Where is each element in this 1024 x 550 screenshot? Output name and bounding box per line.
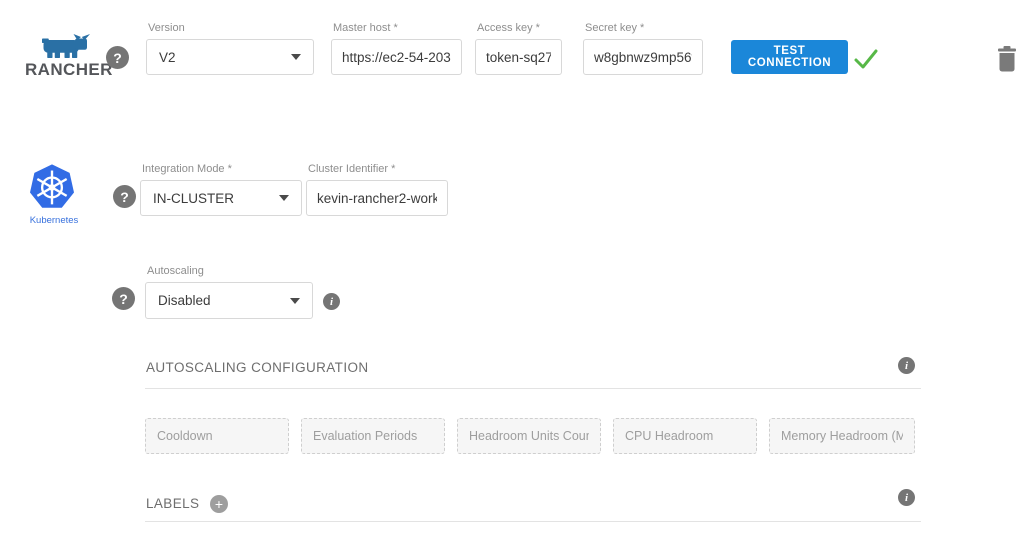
chevron-down-icon	[290, 298, 300, 304]
cluster-identifier-field-group: Cluster Identifier *	[306, 180, 448, 216]
kubernetes-logo: Kubernetes	[28, 163, 80, 225]
cpu-headroom-field	[613, 418, 757, 454]
cooldown-field	[145, 418, 289, 454]
test-connection-button[interactable]: TEST CONNECTION	[731, 40, 848, 74]
memory-headroom-field	[769, 418, 915, 454]
master-host-label: Master host *	[333, 22, 398, 34]
info-icon[interactable]: i	[898, 357, 915, 374]
integration-mode-value: IN-CLUSTER	[153, 191, 234, 206]
question-glyph: ?	[119, 291, 128, 307]
integration-mode-label: Integration Mode *	[142, 163, 232, 175]
add-label-button[interactable]: +	[210, 495, 228, 513]
help-icon[interactable]: ?	[112, 287, 135, 310]
autoscaling-configuration-title: AUTOSCALING CONFIGURATION	[146, 360, 369, 375]
question-glyph: ?	[120, 189, 129, 205]
secret-key-label: Secret key *	[585, 22, 644, 34]
integration-mode-field-group: Integration Mode * IN-CLUSTER	[140, 180, 302, 216]
autoscaling-value: Disabled	[158, 293, 211, 308]
rancher-wordmark: RANCHER	[25, 60, 113, 80]
plus-glyph: +	[215, 496, 223, 512]
autoscaling-select[interactable]: Disabled	[145, 282, 313, 319]
cluster-identifier-label: Cluster Identifier *	[308, 163, 395, 175]
integration-config-page: RANCHER ? Version V2 Master host * Acces…	[0, 0, 1024, 550]
info-icon[interactable]: i	[898, 489, 915, 506]
access-key-input[interactable]	[475, 39, 562, 75]
help-icon[interactable]: ?	[106, 46, 129, 69]
rancher-logo: RANCHER	[25, 34, 107, 80]
headroom-units-count-input	[457, 418, 601, 454]
version-select[interactable]: V2	[146, 39, 314, 75]
integration-mode-select[interactable]: IN-CLUSTER	[140, 180, 302, 216]
evaluation-periods-input	[301, 418, 445, 454]
cpu-headroom-input	[613, 418, 757, 454]
question-glyph: ?	[113, 50, 122, 66]
delete-trash-icon[interactable]	[997, 46, 1017, 72]
version-field-group: Version V2	[146, 39, 314, 75]
info-glyph: i	[905, 360, 908, 372]
connection-success-check-icon	[853, 47, 879, 71]
info-icon[interactable]: i	[323, 293, 340, 310]
master-host-field-group: Master host *	[331, 39, 462, 75]
section-divider	[145, 388, 921, 389]
autoscaling-field-group: Autoscaling Disabled	[145, 282, 313, 319]
version-label: Version	[148, 22, 185, 34]
chevron-down-icon	[279, 195, 289, 201]
help-icon[interactable]: ?	[113, 185, 136, 208]
kubernetes-caption: Kubernetes	[28, 215, 80, 226]
kubernetes-helm-icon	[28, 163, 76, 210]
rancher-bull-icon	[42, 34, 90, 58]
headroom-units-count-field	[457, 418, 601, 454]
master-host-input[interactable]	[331, 39, 462, 75]
labels-title: LABELS	[146, 496, 199, 511]
access-key-field-group: Access key *	[475, 39, 562, 75]
info-glyph: i	[330, 296, 333, 308]
section-divider	[145, 521, 921, 522]
secret-key-field-group: Secret key *	[583, 39, 703, 75]
autoscaling-label: Autoscaling	[147, 265, 204, 277]
cluster-identifier-input[interactable]	[306, 180, 448, 216]
evaluation-periods-field	[301, 418, 445, 454]
secret-key-input[interactable]	[583, 39, 703, 75]
cooldown-input	[145, 418, 289, 454]
info-glyph: i	[905, 492, 908, 504]
test-connection-button-wrap: TEST CONNECTION	[731, 40, 848, 74]
access-key-label: Access key *	[477, 22, 540, 34]
memory-headroom-input	[769, 418, 915, 454]
chevron-down-icon	[291, 54, 301, 60]
version-value: V2	[159, 50, 176, 65]
